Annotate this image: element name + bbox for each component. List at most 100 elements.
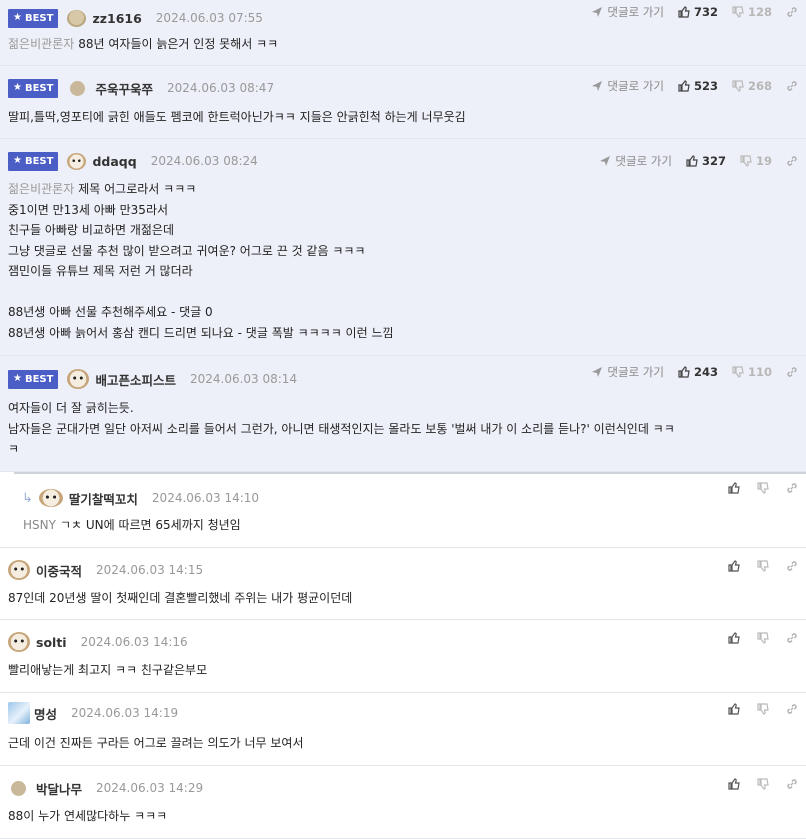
- thumbs-down-icon[interactable]: [757, 703, 769, 715]
- comment-body: 빨리애낳는게 최고지 ㅋㅋ 친구같은부모: [8, 663, 208, 677]
- avatar[interactable]: [70, 80, 86, 96]
- nickname[interactable]: 박달나무: [36, 779, 82, 798]
- thumbs-down-icon: [732, 6, 744, 18]
- quoted-user[interactable]: 젊은비관론자: [8, 37, 74, 51]
- comment-date: 2024.06.03 14:10: [151, 491, 260, 505]
- star-icon: ★: [13, 373, 22, 384]
- avatar[interactable]: [67, 152, 87, 170]
- nickname[interactable]: 명성: [34, 704, 57, 723]
- avatar[interactable]: [67, 9, 87, 27]
- thumbs-down-icon[interactable]: [757, 632, 769, 644]
- mention[interactable]: HSNY: [23, 518, 56, 532]
- like-button[interactable]: 243: [678, 365, 718, 379]
- comment-body: HSNY ㄱㅊ UN에 따르면 65세까지 청년임: [23, 518, 241, 532]
- dislike-button[interactable]: 19: [740, 154, 772, 168]
- reply-arrow-icon: ↳: [22, 490, 33, 506]
- thumbs-up-icon[interactable]: [728, 560, 740, 572]
- comment: 명성 2024.06.03 14:19 근데 이건 진짜든 구라든 어그로 끌려…: [0, 693, 806, 766]
- nickname[interactable]: 배고픈소피스트: [95, 370, 176, 389]
- comment-body: 근데 이건 진짜든 구라든 어그로 끌려는 의도가 너무 보여서: [8, 736, 304, 750]
- goto-reply-link[interactable]: 댓글로 가기: [591, 78, 664, 94]
- share-link[interactable]: [786, 155, 798, 167]
- comment-body: 88이 누가 연세많다하누 ㅋㅋㅋ: [8, 809, 168, 823]
- send-arrow-icon: [600, 156, 611, 166]
- share-link[interactable]: [786, 80, 798, 92]
- avatar[interactable]: [8, 560, 30, 580]
- thumbs-up-icon[interactable]: [728, 778, 740, 790]
- comment-date: 2024.06.03 08:14: [189, 372, 298, 386]
- goto-reply-link[interactable]: 댓글로 가기: [599, 153, 672, 169]
- comment: 이중국적 2024.06.03 14:15 87인데 20년생 딸이 첫째인데 …: [0, 548, 806, 620]
- link-icon[interactable]: [786, 632, 798, 644]
- avatar[interactable]: [67, 369, 90, 389]
- comment-date: 2024.06.03 08:24: [150, 154, 258, 168]
- thumbs-up-icon[interactable]: [728, 703, 740, 715]
- best-comment: ★ BEST 주욱꾸욱쭈 2024.06.03 08:47 댓글로 가기 523 …: [0, 66, 806, 139]
- link-icon: [787, 7, 797, 17]
- comment-date: 2024.06.03 14:29: [96, 781, 204, 795]
- star-icon: ★: [13, 82, 22, 93]
- best-badge: ★ BEST: [8, 151, 59, 171]
- dislike-button[interactable]: 268: [732, 79, 772, 93]
- thumbs-up-icon: [678, 6, 690, 18]
- comment-date: 2024.06.03 08:47: [166, 81, 275, 95]
- avatar[interactable]: [11, 780, 26, 796]
- best-badge: ★ BEST: [8, 369, 59, 389]
- comment-body: 딸피,틀딱,영포티에 긁힌 애들도 펨코에 한트럭아닌가ㅋㅋ 지들은 안긁힌척 …: [8, 110, 466, 124]
- send-arrow-icon: [592, 367, 603, 377]
- link-icon: [787, 81, 797, 91]
- comment-date: 2024.06.03 14:15: [96, 563, 204, 577]
- link-icon[interactable]: [786, 560, 798, 572]
- comment-body: 젊은비관론자 88년 여자들이 늙은거 인정 못해서 ㅋㅋ: [8, 37, 279, 51]
- comment-date: 2024.06.03 07:55: [155, 11, 263, 25]
- link-icon: [787, 156, 797, 166]
- star-icon: ★: [13, 12, 22, 23]
- best-comment: ★ BEST zz1616 2024.06.03 07:55 댓글로 가기 732…: [0, 0, 806, 66]
- link-icon[interactable]: [786, 703, 798, 715]
- thumbs-down-icon[interactable]: [757, 560, 769, 572]
- dislike-button[interactable]: 110: [732, 365, 772, 379]
- dislike-button[interactable]: 128: [732, 5, 772, 19]
- share-link[interactable]: [786, 6, 798, 18]
- comment-body: 87인데 20년생 딸이 첫째인데 결혼빨리했네 주위는 내가 평균이던데: [8, 591, 353, 605]
- share-link[interactable]: [786, 366, 798, 378]
- nickname[interactable]: 딸기찰떡꼬치: [69, 489, 138, 508]
- best-comment: ★ BEST 배고픈소피스트 2024.06.03 08:14 댓글로 가기 24…: [0, 356, 806, 472]
- nickname[interactable]: zz1616: [92, 11, 141, 26]
- quoted-user[interactable]: 젊은비관론자: [8, 182, 74, 196]
- comment-date: 2024.06.03 14:19: [71, 706, 179, 720]
- comment-body: 여자들이 더 잘 긁히는듯. 남자들은 군대가면 일단 아저씨 소리를 들어서 …: [8, 401, 675, 456]
- like-button[interactable]: 327: [686, 154, 726, 168]
- thumbs-down-icon[interactable]: [757, 778, 769, 790]
- reply-comment: ↳ 딸기찰떡꼬치 2024.06.03 14:10 HSNY ㄱㅊ UN에 따르면…: [0, 472, 806, 548]
- nickname[interactable]: solti: [36, 635, 67, 650]
- thumbs-down-icon: [740, 155, 752, 167]
- best-badge: ★ BEST: [8, 78, 59, 98]
- link-icon: [787, 367, 797, 377]
- thumbs-down-icon: [732, 366, 744, 378]
- star-icon: ★: [13, 155, 22, 166]
- avatar[interactable]: [8, 702, 30, 724]
- goto-reply-link[interactable]: 댓글로 가기: [591, 4, 664, 20]
- nickname[interactable]: ddaqq: [92, 154, 136, 169]
- thumbs-up-icon[interactable]: [728, 632, 740, 644]
- send-arrow-icon: [592, 7, 603, 17]
- link-icon[interactable]: [786, 778, 798, 790]
- thumbs-up-icon: [678, 80, 690, 92]
- like-button[interactable]: 732: [678, 5, 718, 19]
- best-comment: ★ BEST ddaqq 2024.06.03 08:24 댓글로 가기 327 …: [0, 139, 806, 356]
- link-icon[interactable]: [786, 482, 798, 494]
- comment: solti 2024.06.03 14:16 빨리애낳는게 최고지 ㅋㅋ 친구같…: [0, 620, 806, 693]
- like-button[interactable]: 523: [678, 79, 718, 93]
- thumbs-up-icon: [686, 155, 698, 167]
- send-arrow-icon: [592, 81, 603, 91]
- thumbs-up-icon[interactable]: [728, 482, 740, 494]
- goto-reply-link[interactable]: 댓글로 가기: [591, 364, 664, 380]
- nickname[interactable]: 주욱꾸욱쭈: [95, 79, 153, 98]
- thumbs-down-icon[interactable]: [757, 482, 769, 494]
- nickname[interactable]: 이중국적: [36, 561, 82, 580]
- comment: 박달나무 2024.06.03 14:29 88이 누가 연세많다하누 ㅋㅋㅋ: [0, 766, 806, 839]
- avatar[interactable]: [38, 489, 63, 507]
- thumbs-up-icon: [678, 366, 690, 378]
- avatar[interactable]: [8, 632, 30, 652]
